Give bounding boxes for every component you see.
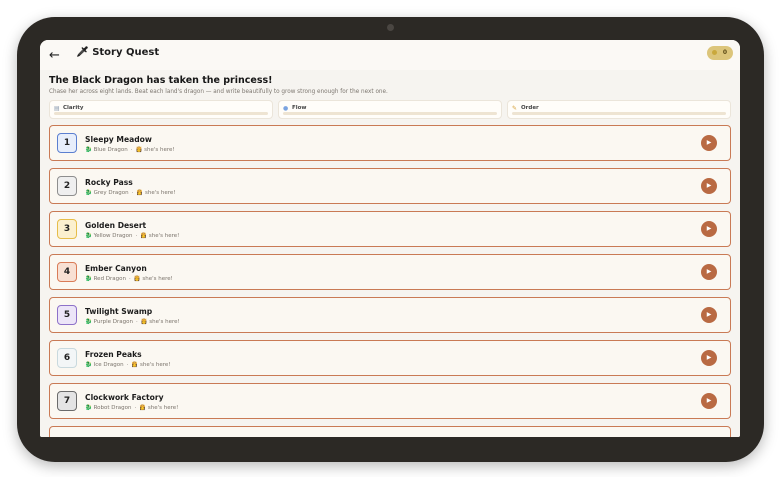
- stat-label: Flow: [292, 105, 307, 111]
- level-number-badge: 2: [57, 176, 77, 196]
- level-number-badge: 1: [57, 133, 77, 153]
- main-content: The Black Dragon has taken the princess!…: [40, 70, 740, 437]
- play-button[interactable]: ▶: [701, 307, 717, 323]
- level-card-partial[interactable]: [49, 426, 731, 437]
- level-name: Twilight Swamp: [85, 307, 153, 316]
- dragon-icon: 🐉: [85, 319, 92, 325]
- story-headline: The Black Dragon has taken the princess!: [49, 75, 273, 86]
- dragon-icon: 🐉: [85, 190, 92, 196]
- princess-status: she's here!: [148, 233, 180, 239]
- story-subline: Chase her across eight lands. Beat each …: [49, 89, 388, 95]
- dragon-icon: 🐉: [85, 276, 92, 282]
- play-button[interactable]: ▶: [701, 350, 717, 366]
- princess-icon: 👸: [140, 233, 148, 239]
- coin-icon: [712, 50, 717, 55]
- princess-status: she's here!: [147, 405, 179, 411]
- princess-status: she's here!: [142, 276, 173, 282]
- camera-dot: [387, 24, 394, 31]
- level-card[interactable]: 2 Rocky Pass 🐉 Grey Dragon · 👸 she's here!…: [49, 168, 731, 204]
- stat-label: Order: [521, 105, 539, 111]
- dragon-icon: 🐉: [85, 233, 92, 239]
- princess-icon: 👸: [140, 319, 148, 325]
- level-name: Rocky Pass: [85, 178, 133, 187]
- princess-icon: 👸: [139, 405, 147, 411]
- level-number-badge: 3: [57, 219, 77, 239]
- dragon-name: Grey Dragon: [93, 190, 129, 196]
- top-bar: ← 🗡 Story Quest 0: [40, 40, 740, 70]
- level-list: 1 Sleepy Meadow 🐉 Blue Dragon · 👸 she's he…: [49, 125, 731, 437]
- level-card[interactable]: 1 Sleepy Meadow 🐉 Blue Dragon · 👸 she's he…: [49, 125, 731, 161]
- dragon-icon: 🐉: [85, 147, 92, 153]
- dragon-name: Robot Dragon: [93, 405, 132, 411]
- page-title: 🗡 Story Quest: [76, 47, 159, 58]
- princess-icon: 👸: [135, 147, 143, 153]
- play-icon: ▶: [706, 268, 712, 275]
- stat-label: Clarity: [63, 105, 84, 111]
- sword-icon: 🗡: [76, 47, 89, 58]
- princess-status: she's here!: [149, 319, 180, 325]
- level-number-badge: 6: [57, 348, 77, 368]
- stat-progress-track: [283, 112, 497, 115]
- play-button[interactable]: ▶: [701, 264, 717, 280]
- level-name: Golden Desert: [85, 221, 147, 230]
- play-button[interactable]: ▶: [701, 393, 717, 409]
- level-card[interactable]: 5 Twilight Swamp 🐉 Purple Dragon · 👸 she's…: [49, 297, 731, 333]
- app-screen: ← 🗡 Story Quest 0 The Black Dragon has t…: [40, 40, 740, 437]
- stat-progress-track: [54, 112, 268, 115]
- flow-icon: ●: [283, 105, 289, 112]
- coin-count: 0: [722, 49, 727, 56]
- play-button[interactable]: ▶: [701, 221, 717, 237]
- stats-row: ▤ Clarity ● Flow ✎ Order: [49, 100, 731, 119]
- level-name: Frozen Peaks: [85, 350, 142, 359]
- princess-icon: 👸: [133, 276, 141, 282]
- play-icon: ▶: [706, 311, 712, 318]
- play-icon: ▶: [706, 397, 712, 404]
- stat-progress-track: [512, 112, 726, 115]
- princess-status: she's here!: [144, 190, 176, 196]
- level-card[interactable]: 3 Golden Desert 🐉 Yellow Dragon · 👸 she's …: [49, 211, 731, 247]
- stat-clarity: ▤ Clarity: [49, 100, 273, 119]
- play-icon: ▶: [706, 354, 712, 361]
- play-button[interactable]: ▶: [701, 178, 717, 194]
- coin-counter[interactable]: 0: [707, 46, 733, 60]
- stat-order: ✎ Order: [507, 100, 731, 119]
- level-meta: 🐉 Yellow Dragon · 👸 she's here!: [85, 233, 180, 239]
- level-number-badge: 7: [57, 391, 77, 411]
- play-button[interactable]: ▶: [701, 135, 717, 151]
- play-icon: ▶: [706, 139, 712, 146]
- dragon-name: Blue Dragon: [93, 147, 128, 153]
- level-card[interactable]: 4 Ember Canyon 🐉 Red Dragon · 👸 she's here…: [49, 254, 731, 290]
- dragon-name: Red Dragon: [93, 276, 127, 282]
- back-arrow-icon[interactable]: ←: [49, 48, 60, 63]
- dragon-icon: 🐉: [85, 362, 92, 368]
- dragon-name: Purple Dragon: [93, 319, 133, 325]
- princess-icon: 👸: [131, 362, 139, 368]
- level-name: Clockwork Factory: [85, 393, 164, 402]
- level-name: Sleepy Meadow: [85, 135, 152, 144]
- level-meta: 🐉 Ice Dragon · 👸 she's here!: [85, 362, 171, 368]
- level-card[interactable]: 7 Clockwork Factory 🐉 Robot Dragon · 👸 she…: [49, 383, 731, 419]
- princess-status: she's here!: [144, 147, 175, 153]
- play-icon: ▶: [706, 182, 712, 189]
- level-meta: 🐉 Purple Dragon · 👸 she's here!: [85, 319, 180, 325]
- dragon-name: Yellow Dragon: [93, 233, 133, 239]
- level-number-badge: 5: [57, 305, 77, 325]
- dragon-icon: 🐉: [85, 405, 92, 411]
- stat-flow: ● Flow: [278, 100, 502, 119]
- clarity-icon: ▤: [54, 105, 60, 112]
- level-card[interactable]: 6 Frozen Peaks 🐉 Ice Dragon · 👸 she's here…: [49, 340, 731, 376]
- play-icon: ▶: [706, 225, 712, 232]
- level-name: Ember Canyon: [85, 264, 147, 273]
- princess-status: she's here!: [139, 362, 171, 368]
- princess-icon: 👸: [136, 190, 144, 196]
- level-number-badge: 4: [57, 262, 77, 282]
- dragon-name: Ice Dragon: [93, 362, 124, 368]
- app-title-text: Story Quest: [92, 47, 160, 58]
- level-meta: 🐉 Grey Dragon · 👸 she's here!: [85, 190, 176, 196]
- level-meta: 🐉 Red Dragon · 👸 she's here!: [85, 276, 173, 282]
- pencil-icon: ✎: [512, 105, 518, 112]
- level-meta: 🐉 Blue Dragon · 👸 she's here!: [85, 147, 175, 153]
- level-meta: 🐉 Robot Dragon · 👸 she's here!: [85, 405, 179, 411]
- tablet-frame: ← 🗡 Story Quest 0 The Black Dragon has t…: [17, 17, 764, 462]
